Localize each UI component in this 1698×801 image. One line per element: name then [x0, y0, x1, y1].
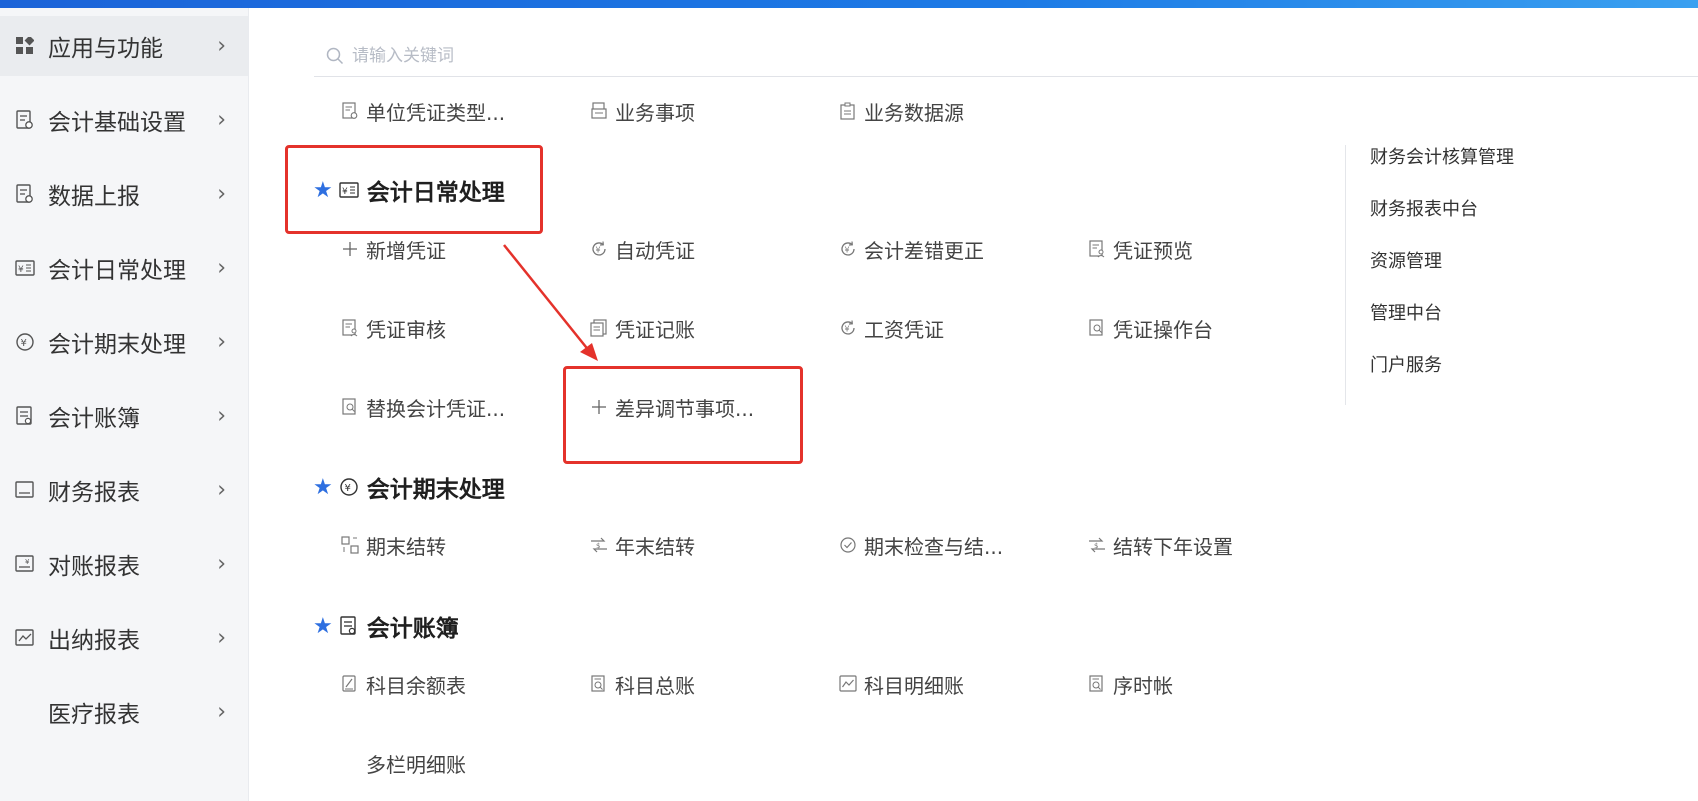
annotation-arrow [503, 244, 598, 361]
